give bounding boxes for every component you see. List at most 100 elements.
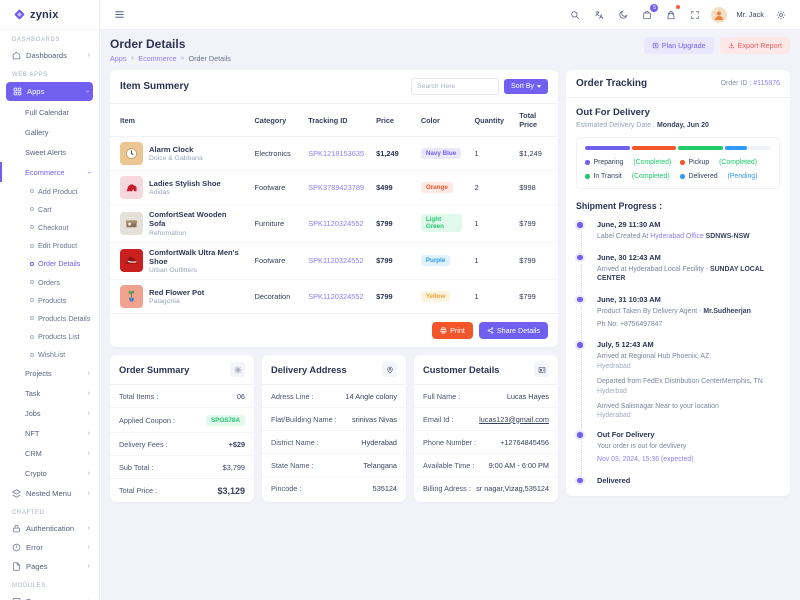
export-report-label: Export Report <box>738 41 782 50</box>
sidebar-item-label: Projects <box>25 369 52 378</box>
gear-icon[interactable] <box>230 362 245 377</box>
translate-icon[interactable] <box>591 7 606 22</box>
tracking-id-link[interactable]: SPK1120324552 <box>308 292 363 301</box>
timeline-link[interactable]: Hyderabad Office <box>650 233 704 240</box>
sort-by-button[interactable]: Sort By <box>504 79 548 94</box>
timeline-item: Delivered <box>576 476 780 487</box>
upgrade-icon <box>652 42 659 49</box>
legend-status: (Completed) <box>632 173 670 180</box>
chevron-right-icon: › <box>88 470 90 477</box>
print-button[interactable]: Print <box>432 322 473 339</box>
sidebar-item-full-calendar[interactable]: Full Calendar <box>0 102 99 122</box>
export-report-button[interactable]: Export Report <box>720 37 790 54</box>
timeline-text: Arrived at Regional Hub Phoenix, AZ <box>597 352 780 362</box>
product-brand: Urban Outfitters <box>149 267 243 274</box>
contact-card-icon[interactable] <box>534 362 549 377</box>
sidebar-item-label: Pages <box>26 562 48 571</box>
share-details-button[interactable]: Share Details <box>479 322 548 339</box>
timeline-dot <box>577 478 583 484</box>
cell-quantity: 1 <box>468 242 513 280</box>
plan-upgrade-button[interactable]: Plan Upgrade <box>644 37 714 54</box>
sidebar-item-label: CRM <box>25 449 42 458</box>
sidebar-item-apps[interactable]: Apps › <box>6 82 93 101</box>
sidebar-item-order-details[interactable]: Order Details <box>0 255 99 273</box>
table-row: Alarm ClockDolce & Gabbana Electronics S… <box>110 137 558 171</box>
product-brand: Patagonia <box>149 298 204 305</box>
sidebar-item-crm[interactable]: CRM› <box>0 444 99 464</box>
timeline-item: June, 29 11:30 AM Label Created At Hyder… <box>576 220 780 253</box>
row-value: 06 <box>237 392 245 401</box>
logo[interactable]: zynix <box>0 0 99 30</box>
product-thumbnail <box>120 176 143 199</box>
sidebar-item-error[interactable]: Error › <box>0 538 99 557</box>
sidebar-item-cart[interactable]: Cart <box>0 200 99 218</box>
address-row: Pincode :535124 <box>262 477 406 499</box>
timeline-subtext: Hyderbad <box>597 388 780 395</box>
sidebar-item-crypto[interactable]: Crypto› <box>0 464 99 484</box>
search-input[interactable] <box>411 78 499 95</box>
sidebar-item-pages[interactable]: Pages › <box>0 557 99 576</box>
tracking-id-link[interactable]: SPK1120324552 <box>308 219 363 228</box>
chevron-down-icon: › <box>83 90 90 92</box>
sidebar-item-orders[interactable]: Orders <box>0 273 99 291</box>
breadcrumb-apps[interactable]: Apps <box>110 54 126 63</box>
sidebar-item-sweet-alerts[interactable]: Sweet Alerts <box>0 142 99 162</box>
bullet-icon <box>30 262 34 266</box>
summary-row: Sub Total :$3,799 <box>110 456 254 479</box>
fullscreen-icon[interactable] <box>687 7 702 22</box>
sidebar-item-edit-product[interactable]: Edit Product <box>0 237 99 255</box>
email-link[interactable]: lucas123@gmail.com <box>479 415 549 424</box>
sidebar-section-modules: Modules <box>0 576 99 592</box>
bullet-icon <box>30 353 34 357</box>
plan-upgrade-label: Plan Upgrade <box>662 41 706 50</box>
order-id-value[interactable]: #115876 <box>753 80 780 87</box>
grid-icon <box>13 87 22 96</box>
timeline-item: Out For Delivery Your order is out for d… <box>576 430 780 475</box>
user-avatar[interactable] <box>711 7 727 23</box>
row-label: Total Price : <box>119 486 157 495</box>
cell-total: $799 <box>513 242 558 280</box>
sidebar-item-wishlist[interactable]: WishList <box>0 346 99 364</box>
sidebar-item-products-details[interactable]: Products Details <box>0 309 99 327</box>
sidebar-item-label: Edit Product <box>38 241 77 250</box>
sidebar-item-label: Ecommerce <box>25 168 64 177</box>
sidebar-item-label: WishList <box>38 350 65 359</box>
download-icon <box>728 42 735 49</box>
sidebar-item-task[interactable]: Task› <box>0 384 99 404</box>
search-icon[interactable] <box>567 7 582 22</box>
hamburger-menu-icon[interactable] <box>112 7 127 22</box>
timeline-text: Label Created At <box>597 233 650 240</box>
sidebar-item-forms[interactable]: Forms › <box>0 592 99 600</box>
sidebar-item-label: Full Calendar <box>25 108 69 117</box>
sidebar-item-authentication[interactable]: Authentication › <box>0 519 99 538</box>
sidebar-item-gallery[interactable]: Gallery <box>0 122 99 142</box>
sidebar-item-label: Products Details <box>38 314 90 323</box>
alert-circle-icon <box>12 543 21 552</box>
sidebar-item-jobs[interactable]: Jobs› <box>0 404 99 424</box>
tracking-id-link[interactable]: SPK1120324552 <box>308 256 363 265</box>
location-pin-icon[interactable] <box>382 362 397 377</box>
sidebar-item-products[interactable]: Products <box>0 291 99 309</box>
sidebar-item-checkout[interactable]: Checkout <box>0 218 99 236</box>
sidebar-item-products-list[interactable]: Products List <box>0 328 99 346</box>
breadcrumb-ecommerce[interactable]: Ecommerce <box>138 54 176 63</box>
cart-icon[interactable]: 5 <box>639 7 654 22</box>
sidebar-item-add-product[interactable]: Add Product <box>0 182 99 200</box>
sidebar-item-projects[interactable]: Projects› <box>0 364 99 384</box>
progress-segment-pickup <box>632 146 677 150</box>
sidebar-item-nft[interactable]: NFT› <box>0 424 99 444</box>
sidebar-item-dashboards[interactable]: Dashboards › <box>0 46 99 65</box>
cell-quantity: 2 <box>468 171 513 205</box>
tracking-id-link[interactable]: SPK3789423789 <box>308 183 364 192</box>
shop-bag-icon[interactable] <box>663 7 678 22</box>
user-name[interactable]: Mr. Jack <box>736 10 764 19</box>
sidebar-item-ecommerce[interactable]: Ecommerce› <box>0 162 99 182</box>
timeline-item: June, 30 12:43 AM Arrived at Hyderabad L… <box>576 253 780 295</box>
gear-icon[interactable] <box>773 7 788 22</box>
order-tracking-card: Order Tracking Order ID : #115876 Out Fo… <box>566 70 790 496</box>
moon-icon[interactable] <box>615 7 630 22</box>
tracking-id-link[interactable]: SPK1218153635 <box>308 149 364 158</box>
sidebar-item-nested-menu[interactable]: Nested Menu › <box>0 484 99 503</box>
sidebar-section-crafted: Crafted <box>0 503 99 519</box>
summary-row: Total Price :$3,129 <box>110 479 254 502</box>
